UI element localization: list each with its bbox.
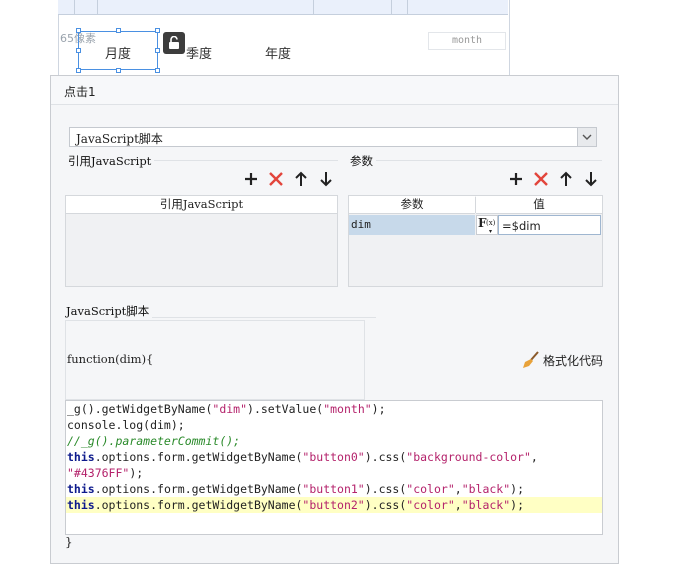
ref-js-section-label: 引用JavaScript	[68, 153, 155, 169]
table-row[interactable]: dim	[349, 215, 475, 235]
code-line-1: _g().getWidgetByName("dim").setValue("mo…	[67, 402, 386, 416]
header-separator	[407, 0, 408, 14]
code-line-5: "#4376FF");	[67, 466, 144, 480]
arrow-down-icon[interactable]	[584, 171, 598, 190]
header-separator	[97, 0, 98, 14]
month-field[interactable]: month	[428, 32, 506, 50]
resize-handle[interactable]	[76, 68, 81, 73]
chevron-down-icon[interactable]	[577, 128, 596, 146]
code-line-2: console.log(dim);	[67, 418, 185, 432]
resize-handle[interactable]	[116, 68, 121, 73]
resize-handle[interactable]	[155, 28, 160, 33]
ref-js-table[interactable]: 引用JavaScript	[65, 195, 338, 287]
script-section-label: JavaScript脚本	[66, 303, 153, 319]
tab-quarter[interactable]: 季度	[186, 43, 212, 62]
header-separator	[313, 0, 314, 14]
param-value-text: =$dim	[502, 219, 541, 233]
plus-icon[interactable]	[243, 171, 259, 190]
unlock-icon[interactable]	[163, 32, 185, 54]
code-editor[interactable]: _g().getWidgetByName("dim").setValue("mo…	[65, 400, 603, 535]
arrow-up-icon[interactable]	[559, 171, 573, 190]
header-separator	[391, 0, 392, 14]
resize-handle[interactable]	[155, 68, 160, 73]
broom-icon	[522, 351, 540, 372]
arrow-down-icon[interactable]	[319, 171, 333, 190]
code-line-7: this.options.form.getWidgetByName("butto…	[66, 497, 602, 513]
dialog-title-bar: 点击1	[51, 76, 618, 105]
params-name-header: 参数	[349, 196, 475, 214]
delete-x-icon[interactable]	[533, 171, 549, 190]
format-code-button[interactable]: 格式化代码	[522, 351, 604, 369]
dialog-title: 点击1	[64, 85, 96, 99]
tab-month[interactable]: 月度	[105, 43, 131, 62]
format-code-label: 格式化代码	[543, 354, 604, 368]
arrow-up-icon[interactable]	[294, 171, 308, 190]
designer-header-row	[58, 0, 508, 15]
script-type-value: JavaScript脚本	[76, 132, 163, 146]
closing-brace: }	[65, 535, 73, 549]
column-separator	[475, 197, 476, 213]
code-line-4: this.options.form.getWidgetByName("butto…	[67, 450, 538, 464]
resize-handle[interactable]	[116, 28, 121, 33]
resize-handle[interactable]	[155, 48, 160, 53]
param-value-field[interactable]: =$dim	[498, 215, 601, 235]
fx-icon[interactable]: F (x) ▾	[476, 215, 498, 235]
param-name-cell: dim	[351, 218, 371, 231]
resize-handle[interactable]	[76, 28, 81, 33]
function-signature: function(dim){	[67, 352, 154, 366]
code-line-3: //_g().parameterCommit();	[67, 434, 241, 448]
params-value-header: 值	[476, 196, 602, 214]
plus-icon[interactable]	[508, 171, 524, 190]
script-type-select[interactable]: JavaScript脚本	[69, 127, 597, 147]
tab-year[interactable]: 年度	[265, 43, 291, 62]
delete-x-icon[interactable]	[268, 171, 284, 190]
resize-handle[interactable]	[76, 48, 81, 53]
code-line-6: this.options.form.getWidgetByName("butto…	[67, 482, 525, 496]
section-divider	[350, 160, 602, 161]
header-separator	[74, 0, 75, 14]
ref-js-column-header: 引用JavaScript	[66, 196, 337, 214]
params-section-label: 参数	[350, 153, 376, 169]
